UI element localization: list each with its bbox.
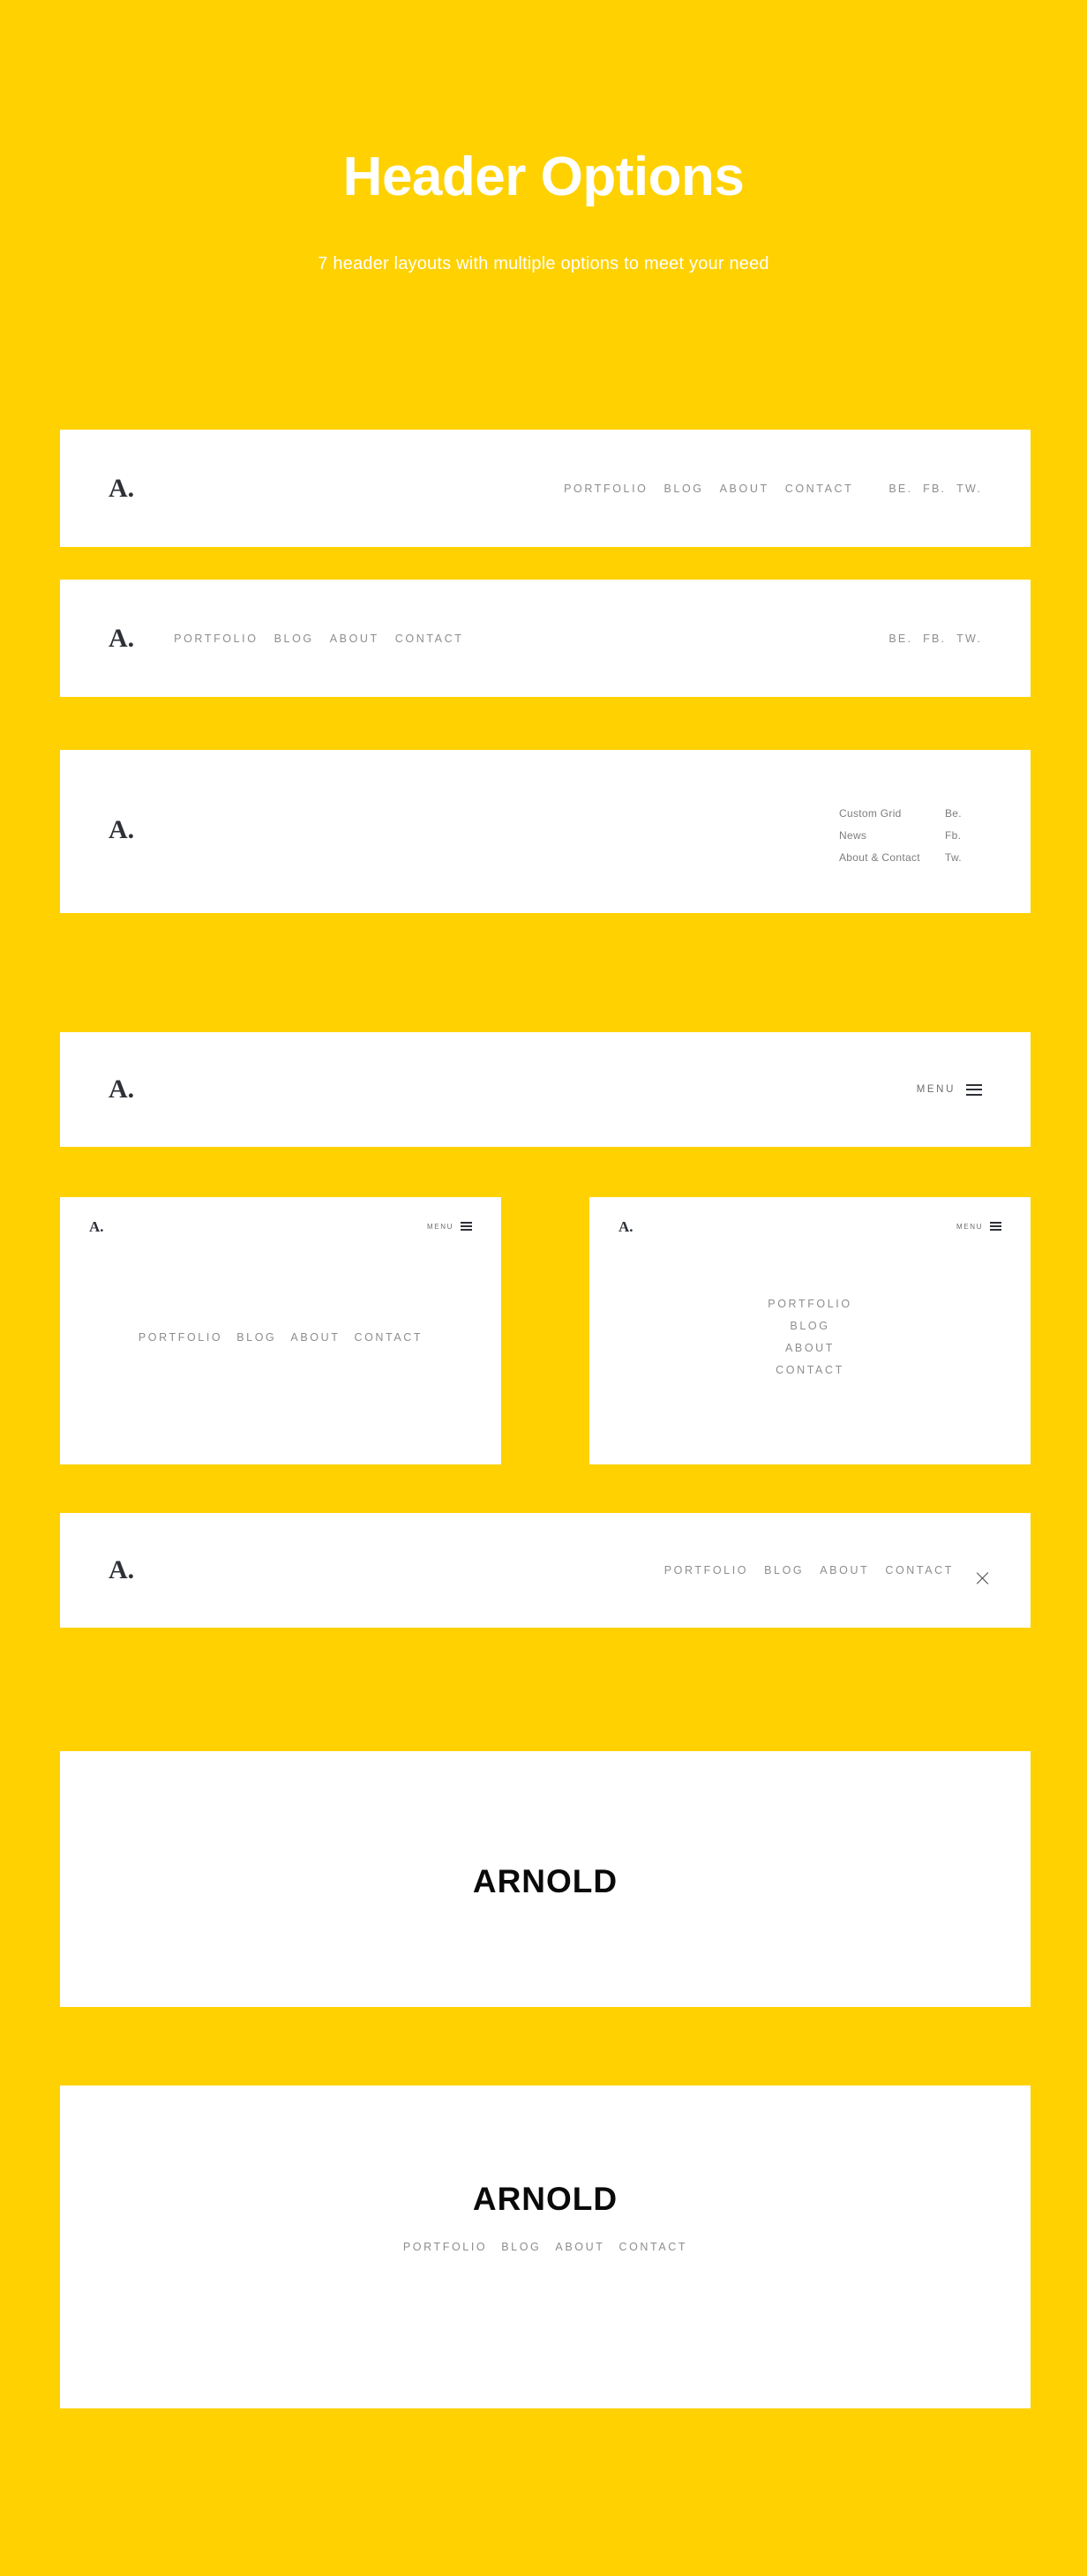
header-preview-5: A. MENU PORTFOLIO BLOG ABOUT CONTACT: [60, 1197, 501, 1464]
grid-item-custom-grid[interactable]: Custom Grid: [839, 803, 945, 825]
main-nav: PORTFOLIO BLOG ABOUT CONTACT: [174, 633, 463, 645]
header-4-bar: A. MENU: [60, 1075, 1031, 1105]
nav-item-contact[interactable]: CONTACT: [395, 633, 464, 645]
nav-item-contact[interactable]: CONTACT: [354, 1331, 423, 1344]
brand-wordmark[interactable]: ARNOLD: [473, 1863, 618, 1900]
header-8-bar: ARNOLD: [60, 1862, 1031, 1901]
grid-item-twitter[interactable]: Tw.: [945, 847, 982, 869]
social-link-twitter[interactable]: TW.: [956, 633, 982, 645]
nav-item-portfolio[interactable]: PORTFOLIO: [768, 1293, 851, 1315]
nav-item-about[interactable]: ABOUT: [330, 633, 379, 645]
nav-item-about[interactable]: ABOUT: [785, 1337, 835, 1359]
header-5-bar: A. MENU: [60, 1217, 501, 1236]
nav-item-blog[interactable]: BLOG: [790, 1315, 829, 1337]
nav-item-contact[interactable]: CONTACT: [618, 2241, 687, 2253]
main-nav: PORTFOLIO BLOG ABOUT CONTACT: [664, 1564, 954, 1576]
logo[interactable]: A.: [109, 625, 134, 652]
nav-item-blog[interactable]: BLOG: [236, 1331, 276, 1344]
social-links: BE. FB. TW.: [888, 483, 982, 495]
page-subtitle: 7 header layouts with multiple options t…: [318, 254, 769, 273]
hamburger-icon: [461, 1222, 472, 1231]
nav-item-blog[interactable]: BLOG: [274, 633, 314, 645]
logo[interactable]: A.: [109, 1076, 134, 1103]
header-preview-7: A. PORTFOLIO BLOG ABOUT CONTACT: [60, 1513, 1031, 1628]
menu-toggle-label: MENU: [427, 1222, 454, 1231]
header-9-nav-wrap: PORTFOLIO BLOG ABOUT CONTACT: [60, 2237, 1031, 2257]
header-5-nav-wrap: PORTFOLIO BLOG ABOUT CONTACT: [60, 1327, 501, 1348]
nav-item-contact[interactable]: CONTACT: [776, 1359, 844, 1382]
nav-item-blog[interactable]: BLOG: [663, 483, 703, 495]
header-preview-3: A. Custom Grid News About & Contact Be. …: [60, 750, 1031, 913]
logo[interactable]: A.: [618, 1219, 633, 1234]
social-link-twitter[interactable]: TW.: [956, 483, 982, 495]
grid-menu-column-social: Be. Fb. Tw.: [945, 803, 982, 869]
social-link-facebook[interactable]: FB.: [923, 633, 946, 645]
logo[interactable]: A.: [89, 1219, 104, 1234]
header-9-wordmark-wrap: ARNOLD: [60, 2180, 1031, 2219]
header-2-bar: A. PORTFOLIO BLOG ABOUT CONTACT BE. FB. …: [60, 624, 1031, 654]
header-7-bar: A. PORTFOLIO BLOG ABOUT CONTACT: [60, 1555, 1031, 1585]
main-nav: PORTFOLIO BLOG ABOUT CONTACT: [403, 2241, 687, 2253]
header-preview-2: A. PORTFOLIO BLOG ABOUT CONTACT BE. FB. …: [60, 580, 1031, 697]
nav-item-about[interactable]: ABOUT: [720, 483, 769, 495]
header-3-bar: A. Custom Grid News About & Contact Be. …: [60, 803, 1031, 873]
nav-item-blog[interactable]: BLOG: [501, 2241, 541, 2253]
nav-item-about[interactable]: ABOUT: [555, 2241, 604, 2253]
grid-item-behance[interactable]: Be.: [945, 803, 982, 825]
grid-item-news[interactable]: News: [839, 825, 945, 847]
nav-item-contact[interactable]: CONTACT: [785, 483, 854, 495]
nav-item-portfolio[interactable]: PORTFOLIO: [564, 483, 648, 495]
grid-menu-column-pages: Custom Grid News About & Contact: [839, 803, 945, 869]
header-6-nav-wrap: PORTFOLIO BLOG ABOUT CONTACT: [589, 1290, 1031, 1385]
menu-toggle-button[interactable]: MENU: [956, 1222, 1001, 1231]
header-preview-4: A. MENU: [60, 1032, 1031, 1147]
menu-toggle-button[interactable]: MENU: [916, 1083, 982, 1096]
main-nav: PORTFOLIO BLOG ABOUT CONTACT: [768, 1293, 851, 1382]
menu-toggle-label: MENU: [956, 1222, 983, 1231]
nav-item-contact[interactable]: CONTACT: [885, 1564, 954, 1576]
nav-item-about[interactable]: ABOUT: [820, 1564, 869, 1576]
header-6-bar: A. MENU: [589, 1217, 1031, 1236]
grid-item-facebook[interactable]: Fb.: [945, 825, 982, 847]
logo[interactable]: A.: [109, 817, 134, 843]
social-link-facebook[interactable]: FB.: [923, 483, 946, 495]
nav-item-portfolio[interactable]: PORTFOLIO: [174, 633, 258, 645]
logo[interactable]: A.: [109, 476, 134, 502]
nav-item-about[interactable]: ABOUT: [290, 1331, 340, 1344]
nav-item-portfolio[interactable]: PORTFOLIO: [139, 1331, 222, 1344]
nav-item-portfolio[interactable]: PORTFOLIO: [403, 2241, 487, 2253]
nav-item-portfolio[interactable]: PORTFOLIO: [664, 1564, 748, 1576]
social-link-behance[interactable]: BE.: [888, 633, 912, 645]
main-nav: PORTFOLIO BLOG ABOUT CONTACT: [564, 483, 853, 495]
header-1-bar: A. PORTFOLIO BLOG ABOUT CONTACT BE. FB. …: [60, 474, 1031, 504]
page-title: Header Options: [342, 146, 745, 207]
page-root: Header Options 7 header layouts with mul…: [0, 0, 1087, 2576]
social-links: BE. FB. TW.: [888, 633, 982, 645]
header-preview-9: ARNOLD PORTFOLIO BLOG ABOUT CONTACT: [60, 2086, 1031, 2408]
header-preview-1: A. PORTFOLIO BLOG ABOUT CONTACT BE. FB. …: [60, 430, 1031, 547]
menu-toggle-label: MENU: [916, 1084, 956, 1095]
hamburger-icon: [990, 1222, 1001, 1231]
social-link-behance[interactable]: BE.: [888, 483, 912, 495]
grid-item-about-contact[interactable]: About & Contact: [839, 847, 945, 869]
hamburger-icon: [966, 1083, 982, 1096]
brand-wordmark[interactable]: ARNOLD: [473, 2181, 618, 2218]
logo[interactable]: A.: [109, 1557, 134, 1584]
main-nav: PORTFOLIO BLOG ABOUT CONTACT: [139, 1331, 423, 1344]
header-preview-6: A. MENU PORTFOLIO BLOG ABOUT CONTACT: [589, 1197, 1031, 1464]
menu-toggle-button[interactable]: MENU: [427, 1222, 472, 1231]
header-preview-8: ARNOLD: [60, 1751, 1031, 2007]
nav-item-blog[interactable]: BLOG: [764, 1564, 804, 1576]
